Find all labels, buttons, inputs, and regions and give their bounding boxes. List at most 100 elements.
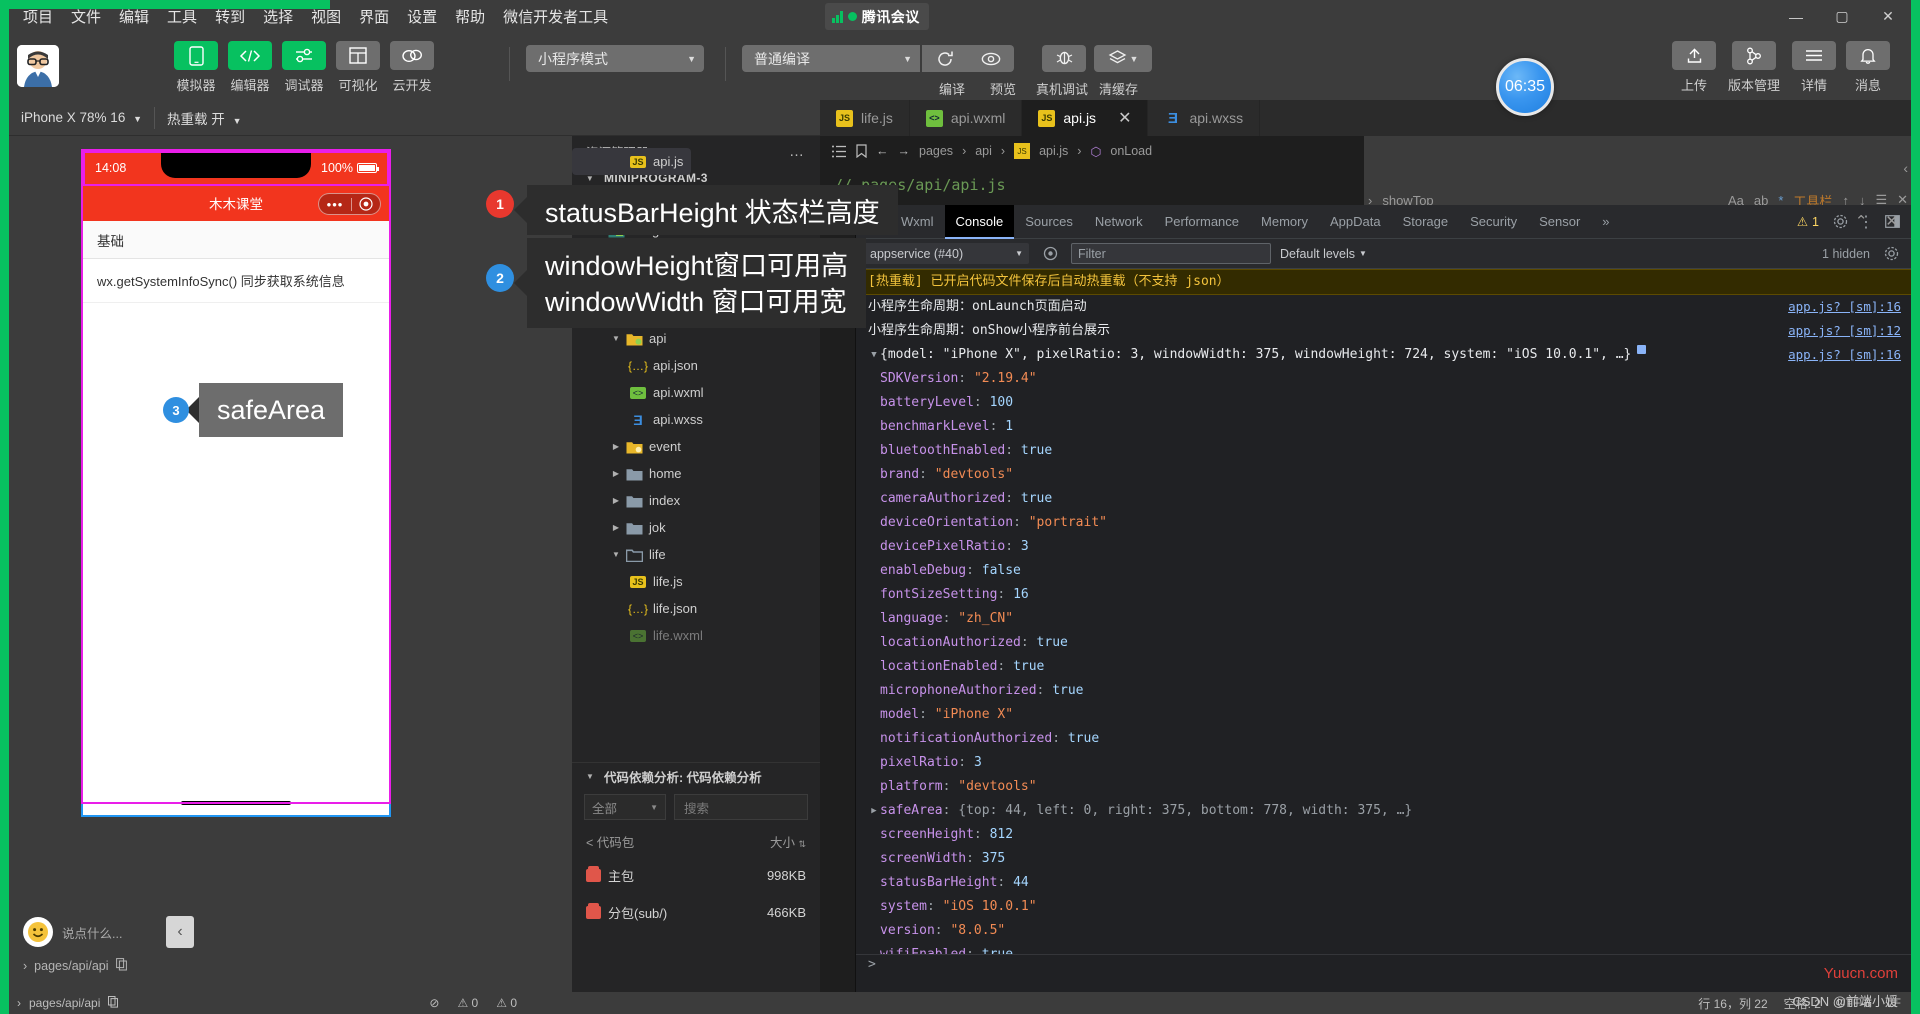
tab-api-wxml[interactable]: <> api.wxml [909, 100, 1023, 136]
dependency-row-main[interactable]: 主包 998KB [572, 857, 820, 894]
chevron-down-icon[interactable]: ▼ [608, 334, 624, 343]
menu-item-select[interactable]: 选择 [254, 6, 302, 27]
device-select[interactable]: iPhone X 78% 16 ▼ [9, 110, 154, 125]
console-source-link[interactable]: app.js? [sm]:16 [1788, 345, 1901, 365]
close-circle-icon[interactable] [352, 197, 380, 211]
outline-icon[interactable] [832, 145, 847, 158]
section-row[interactable]: wx.getSystemInfoSync() 同步获取系统信息 [83, 259, 389, 303]
toolbar-simulator-button[interactable]: 模拟器 [173, 41, 219, 94]
devtools-tabs-overflow[interactable]: » [1591, 205, 1620, 239]
chevron-right-icon[interactable]: ▶ [608, 442, 624, 451]
toolbar-debugger-button[interactable]: 调试器 [281, 41, 327, 94]
console-row-onshow[interactable]: 小程序生命周期：onShow小程序前台展示 app.js? [sm]:12 [856, 319, 1911, 343]
chevron-down-icon[interactable]: ▼ [582, 772, 598, 781]
toolbar-cloud-button[interactable]: 云开发 [389, 41, 435, 94]
upload-button[interactable]: 上传 [1671, 41, 1717, 94]
close-icon[interactable]: ✕ [1118, 108, 1131, 128]
more-icon[interactable]: ••• [319, 197, 351, 212]
forward-icon[interactable]: → [898, 144, 911, 158]
tree-node-api-js[interactable]: JS api.js [572, 148, 692, 175]
emoji-icon[interactable] [23, 917, 53, 947]
tree-node-life-wxml[interactable]: <> life.wxml [572, 622, 820, 649]
messages-button[interactable]: 消息 [1845, 41, 1891, 94]
devtools-tab-memory[interactable]: Memory [1250, 205, 1319, 239]
maximize-button[interactable]: ▢ [1819, 0, 1865, 33]
close-icon[interactable]: ✕ [1885, 212, 1898, 230]
meeting-timer-bubble[interactable]: 06:35 [1496, 58, 1554, 116]
menu-item-project[interactable]: 项目 [14, 6, 62, 27]
dependency-search-input[interactable]: 搜索 [674, 794, 808, 820]
capsule-buttons[interactable]: ••• [318, 193, 381, 215]
tencent-meeting-badge[interactable]: 腾讯会议 [825, 3, 929, 30]
mode-select[interactable]: 小程序模式 ▼ [526, 45, 704, 72]
console-row-object[interactable]: ▼ {model: "iPhone X", pixelRatio: 3, win… [856, 343, 1911, 367]
status-errors[interactable]: ⚠ 0 [457, 996, 478, 1010]
expand-arrow-icon[interactable]: ▼ [868, 345, 880, 365]
devtools-tab-sources[interactable]: Sources [1014, 205, 1084, 239]
console-eye-icon[interactable] [1038, 246, 1062, 261]
chevron-right-icon[interactable]: ▶ [608, 469, 624, 478]
compile-button[interactable] [922, 45, 968, 72]
devtools-tab-sensor[interactable]: Sensor [1528, 205, 1591, 239]
avatar[interactable] [17, 45, 59, 87]
clear-cache-button[interactable]: ▼ [1094, 45, 1152, 72]
tree-node-home-folder[interactable]: ▶ home [572, 460, 820, 487]
real-device-debug-button[interactable] [1042, 45, 1086, 72]
menu-item-goto[interactable]: 转到 [206, 6, 254, 27]
menu-item-interface[interactable]: 界面 [350, 6, 398, 27]
devtools-tab-performance[interactable]: Performance [1154, 205, 1250, 239]
warning-badge[interactable]: ⚠ 1 [1797, 214, 1819, 230]
breadcrumb-api-js[interactable]: api.js [1039, 144, 1068, 158]
toolbar-editor-button[interactable]: 编辑器 [227, 41, 273, 94]
hotreload-select[interactable]: 热重载 开 ▼ [155, 108, 253, 128]
tree-node-life-folder[interactable]: ▼ life [572, 541, 820, 568]
devtools-settings-icon[interactable] [1827, 214, 1853, 229]
status-warnings[interactable]: ⚠ 0 [496, 996, 517, 1010]
devtools-tab-network[interactable]: Network [1084, 205, 1154, 239]
console-levels-select[interactable]: Default levels ▼ [1280, 247, 1367, 261]
dependency-filter-select[interactable]: 全部 ▼ [584, 794, 666, 820]
breadcrumb-onload[interactable]: onLoad [1110, 144, 1152, 158]
chevron-right-icon[interactable]: ▶ [608, 523, 624, 532]
tree-node-event-folder[interactable]: ▶ event [572, 433, 820, 460]
sidebar-collapse-icon[interactable]: ‹ [1903, 160, 1908, 176]
console-source-link[interactable]: app.js? [sm]:16 [1788, 297, 1901, 317]
breadcrumb-api[interactable]: api [975, 144, 992, 158]
tab-api-js[interactable]: JS api.js ✕ [1022, 100, 1149, 136]
menu-item-view[interactable]: 视图 [302, 6, 350, 27]
tree-node-life-json[interactable]: {…} life.json [572, 595, 820, 622]
chevron-right-icon[interactable]: ▶ [608, 496, 624, 505]
menu-item-help[interactable]: 帮助 [446, 6, 494, 27]
console-filter-input[interactable]: Filter [1071, 243, 1271, 264]
status-path-label[interactable]: pages/api/api [29, 996, 100, 1010]
minimize-button[interactable]: — [1773, 0, 1819, 33]
toolbar-visual-button[interactable]: 可视化 [335, 41, 381, 94]
tree-node-jok-folder[interactable]: ▶ jok [572, 514, 820, 541]
devtools-tab-appdata[interactable]: AppData [1319, 205, 1392, 239]
more-icon[interactable]: … [789, 143, 806, 160]
console-row-warn[interactable]: [热重载] 已开启代码文件保存后自动热重载（不支持 json） [856, 269, 1911, 295]
status-cursor-pos[interactable]: 行 16，列 22 [1698, 995, 1767, 1012]
console-source-link[interactable]: app.js? [sm]:12 [1788, 321, 1901, 341]
tree-node-index-folder[interactable]: ▶ index [572, 487, 820, 514]
breadcrumb-pages[interactable]: pages [919, 144, 953, 158]
tree-node-life-js[interactable]: JS life.js [572, 568, 820, 595]
close-button[interactable]: ✕ [1865, 0, 1911, 33]
tree-node-api-wxss[interactable]: Ǝ api.wxss [572, 406, 820, 433]
chat-prev-button[interactable]: ‹ [166, 916, 194, 948]
menu-item-tools[interactable]: 工具 [158, 6, 206, 27]
copy-icon[interactable] [108, 995, 119, 1011]
tree-node-api-sub-folder[interactable]: ▼ api [572, 325, 820, 352]
back-icon[interactable]: ← [876, 144, 889, 158]
console-output[interactable]: [热重载] 已开启代码文件保存后自动热重载（不支持 json） 小程序生命周期：… [856, 269, 1911, 974]
prop-row-safearea[interactable]: ▶ safeArea: {top: 44, left: 0, right: 375… [856, 799, 1911, 823]
console-prompt[interactable]: > [856, 954, 1911, 974]
copy-icon[interactable] [115, 958, 128, 974]
console-context-select[interactable]: appservice (#40) ▼ [864, 243, 1029, 264]
menu-item-file[interactable]: 文件 [62, 6, 110, 27]
chat-input[interactable]: 说点什么... [62, 918, 157, 946]
compile-select[interactable]: 普通编译 ▼ [742, 45, 920, 72]
preview-button[interactable] [968, 45, 1014, 72]
devtools-tab-wxml[interactable]: Wxml [890, 205, 945, 239]
details-button[interactable]: 详情 [1791, 41, 1837, 94]
